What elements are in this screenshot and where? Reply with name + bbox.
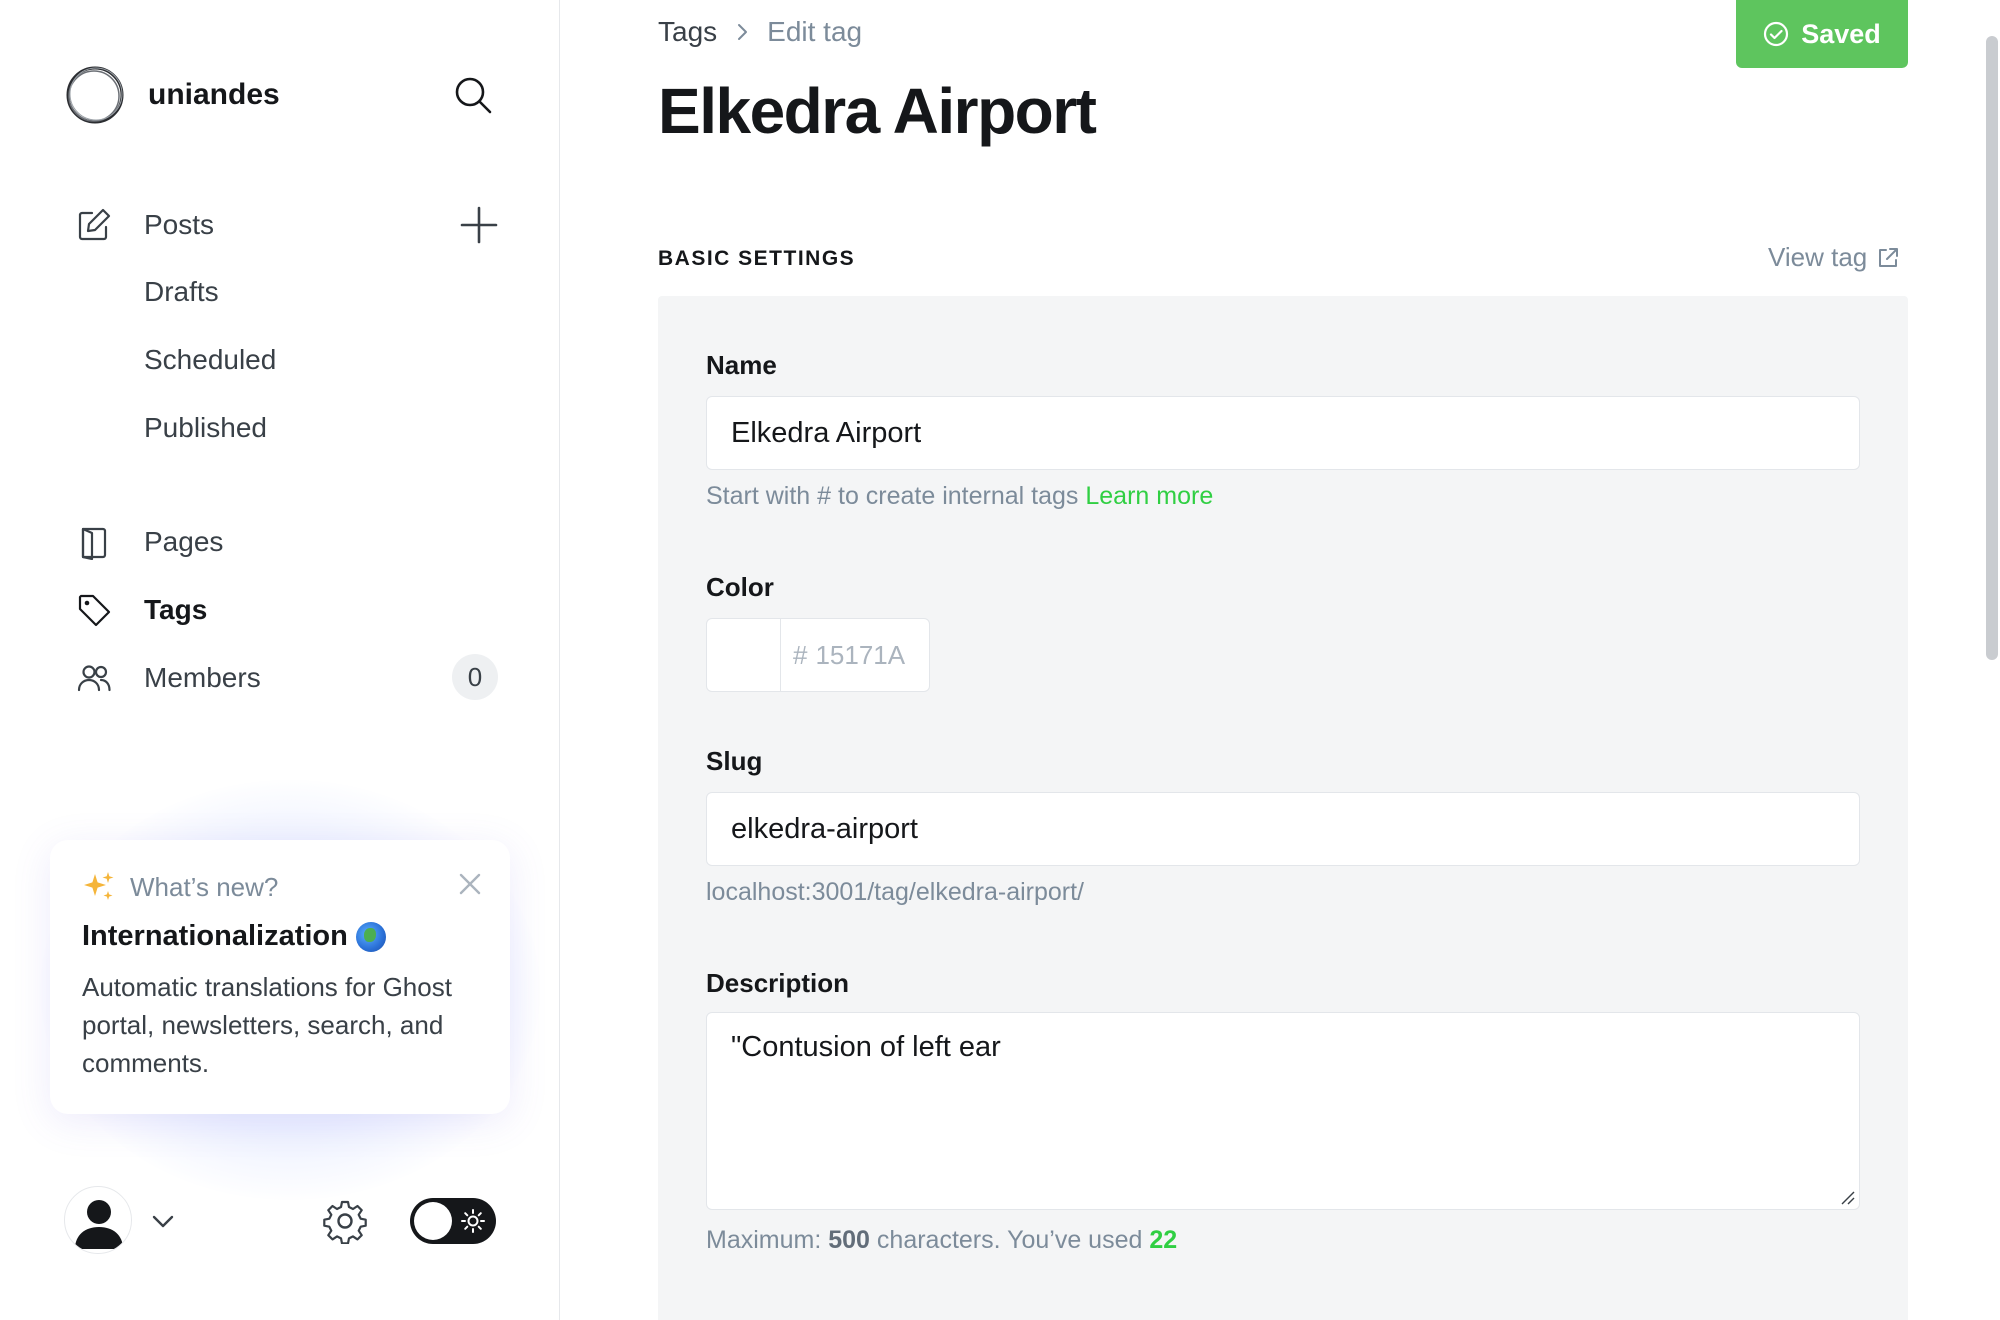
whats-new-label: What’s new?	[130, 871, 279, 902]
user-menu-toggle[interactable]	[148, 1206, 178, 1236]
slug-label: Slug	[706, 746, 763, 776]
check-circle-icon	[1764, 21, 1789, 47]
name-hint-text: Start with # to create internal tags	[706, 482, 1079, 510]
color-swatch[interactable]	[707, 619, 781, 691]
plus-icon	[460, 206, 498, 244]
new-post-button[interactable]	[458, 204, 500, 246]
page-icon	[76, 524, 112, 560]
members-icon	[76, 660, 112, 696]
breadcrumb-current: Edit tag	[767, 16, 863, 47]
sidebar: uniandes Posts Drafts Scheduled Publishe…	[0, 0, 560, 1320]
sidebar-item-members[interactable]: Members	[76, 658, 261, 698]
whats-new-title: Internationalization	[82, 920, 386, 953]
brand-logo-icon	[66, 66, 124, 124]
description-label: Description	[706, 968, 850, 998]
name-label: Name	[706, 350, 777, 380]
sidebar-item-published[interactable]: Published	[144, 412, 267, 444]
sidebar-item-pages[interactable]: Pages	[76, 522, 223, 562]
scrollbar[interactable]	[1986, 36, 1998, 660]
user-icon	[75, 1200, 123, 1249]
chevron-down-icon	[152, 1215, 174, 1228]
sidebar-item-tags[interactable]: Tags	[76, 590, 207, 630]
members-count-badge: 0	[452, 654, 498, 700]
sun-icon	[461, 1209, 485, 1233]
save-button[interactable]: Saved	[1736, 0, 1908, 68]
breadcrumb-tags-link[interactable]: Tags	[658, 16, 717, 48]
brand[interactable]: uniandes	[64, 64, 280, 126]
max-suffix: characters. You’ve used	[876, 1226, 1143, 1254]
whats-new-title-text: Internationalization	[82, 920, 348, 952]
chevron-right-icon	[738, 24, 748, 40]
sidebar-item-label: Tags	[144, 594, 208, 625]
search-button[interactable]	[452, 74, 494, 116]
slug-url: localhost:3001/tag/elkedra-airport/	[706, 878, 1085, 906]
view-tag-link[interactable]: View tag	[1768, 242, 1901, 273]
theme-toggle[interactable]	[410, 1198, 496, 1244]
resize-grip-icon[interactable]	[1839, 1189, 1855, 1205]
basic-settings-panel: Name Elkedra Airport Start with # to cre…	[658, 296, 1908, 1320]
name-input[interactable]: Elkedra Airport	[706, 396, 1860, 470]
whats-new-body: Automatic translations for Ghost portal,…	[82, 972, 452, 1078]
close-button[interactable]	[456, 870, 484, 898]
max-value: 500	[828, 1226, 870, 1254]
color-input[interactable]: # 15171A	[781, 619, 905, 691]
description-textarea[interactable]: "Contusion of left ear	[706, 1012, 1860, 1210]
search-icon	[455, 77, 492, 114]
breadcrumb: Tags Edit tag	[658, 16, 862, 48]
max-prefix: Maximum:	[706, 1226, 822, 1254]
close-icon	[459, 873, 481, 895]
description-value: "Contusion of left ear	[731, 1031, 1001, 1063]
whats-new-card[interactable]: What’s new? Internationalization Automat…	[50, 840, 510, 1114]
whats-new-header: What’s new?	[82, 870, 278, 904]
view-tag-label: View tag	[1768, 242, 1868, 272]
toggle-knob	[414, 1202, 452, 1240]
gear-icon	[323, 1200, 367, 1245]
main-content: Tags Edit tag Saved Elkedra Airport BASI…	[560, 0, 2000, 1320]
external-link-icon	[1879, 247, 1899, 267]
sidebar-item-label: Posts	[144, 209, 215, 240]
sparkles-icon	[84, 872, 114, 900]
color-hash: #	[793, 639, 808, 670]
page-title: Elkedra Airport	[658, 75, 1097, 147]
name-hint: Start with # to create internal tags Lea…	[706, 482, 1213, 511]
used-count: 22	[1149, 1226, 1178, 1254]
tag-icon	[76, 592, 112, 628]
color-label: Color	[706, 572, 774, 602]
brand-name: uniandes	[148, 78, 280, 111]
color-placeholder: 15171A	[815, 639, 906, 670]
color-field: # 15171A	[706, 618, 930, 692]
settings-button[interactable]	[322, 1198, 368, 1245]
sidebar-item-posts[interactable]: Posts	[76, 205, 214, 245]
save-button-label: Saved	[1801, 18, 1881, 49]
learn-more-link[interactable]: Learn more	[1085, 482, 1213, 510]
sidebar-item-scheduled[interactable]: Scheduled	[144, 344, 276, 376]
sidebar-footer	[64, 1186, 504, 1256]
sidebar-item-label: Pages	[144, 526, 224, 557]
sidebar-item-drafts[interactable]: Drafts	[144, 276, 219, 308]
section-heading: BASIC SETTINGS	[658, 247, 856, 270]
description-count-hint: Maximum: 500 characters. You’ve used 22	[706, 1226, 1177, 1255]
user-avatar[interactable]	[64, 1186, 132, 1254]
sidebar-item-label: Members	[144, 662, 261, 693]
globe-icon	[355, 921, 386, 952]
slug-input[interactable]: elkedra-airport	[706, 792, 1860, 866]
edit-post-icon	[76, 207, 112, 243]
